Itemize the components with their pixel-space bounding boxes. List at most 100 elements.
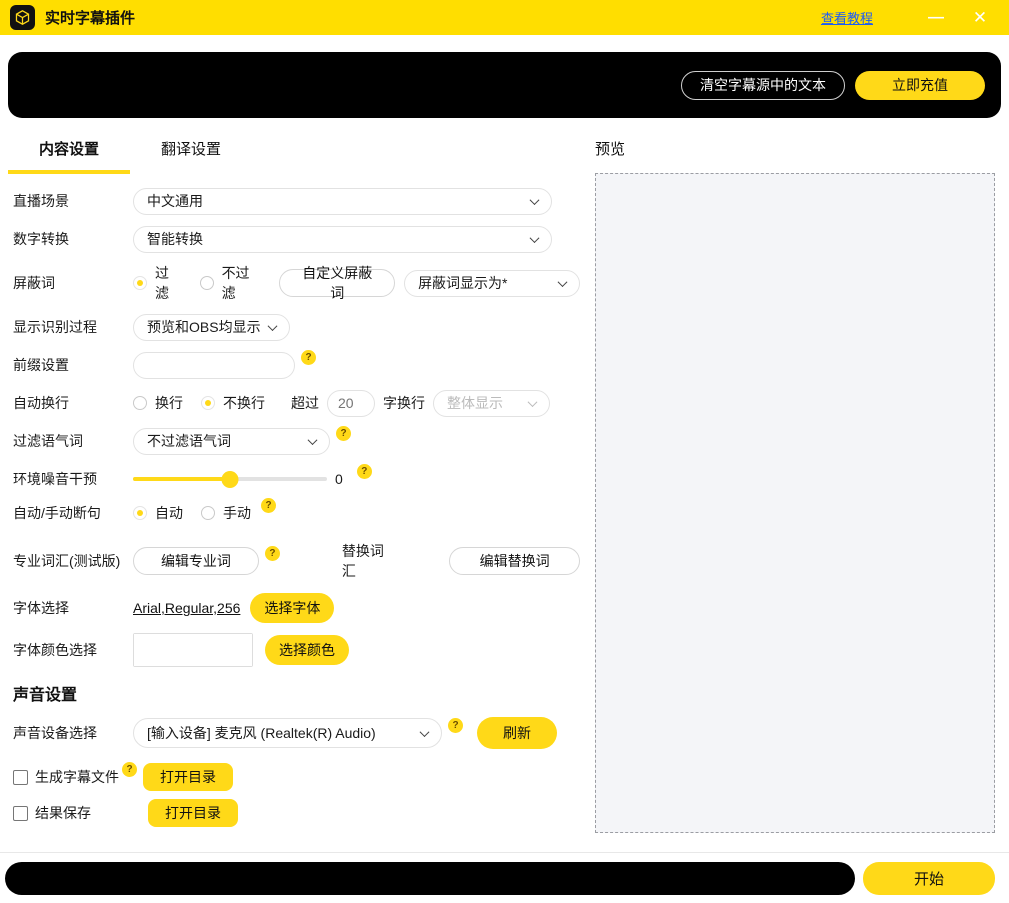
help-icon[interactable]: ? <box>261 498 276 513</box>
wrap-suffix-label: 字换行 <box>383 393 425 413</box>
noise-label: 环境噪音干预 <box>13 469 133 489</box>
current-font-link[interactable]: Arial,Regular,256 <box>133 600 240 616</box>
sound-settings-heading: 声音设置 <box>13 681 580 705</box>
recharge-button[interactable]: 立即充值 <box>855 71 985 100</box>
row-result-save: 结果保存 打开目录 <box>13 799 580 827</box>
subtitle-file-checkbox[interactable] <box>13 770 28 785</box>
row-pro-vocab: 专业词汇(测试版) 编辑专业词 ? 替换词汇 编辑替换词 <box>13 541 580 581</box>
no-wrap-radio-label[interactable]: 不换行 <box>223 393 265 413</box>
chevron-down-icon <box>558 277 568 287</box>
live-scene-select[interactable]: 中文通用 <box>133 188 552 215</box>
status-bar <box>5 862 855 895</box>
live-scene-label: 直播场景 <box>13 191 133 211</box>
help-icon[interactable]: ? <box>122 762 137 777</box>
help-icon[interactable]: ? <box>301 350 316 365</box>
preview-box <box>595 173 995 833</box>
blocked-words-nofilter-label[interactable]: 不过滤 <box>222 263 262 303</box>
chevron-down-icon <box>420 727 430 737</box>
number-convert-value: 智能转换 <box>147 229 203 249</box>
chevron-down-icon <box>268 321 278 331</box>
font-color-label: 字体颜色选择 <box>13 640 133 660</box>
close-button[interactable]: ✕ <box>965 9 995 26</box>
row-noise: 环境噪音干预 0 ? <box>13 465 580 493</box>
clear-subtitle-source-button[interactable]: 清空字幕源中的文本 <box>681 71 845 100</box>
wrap-radio-label[interactable]: 换行 <box>155 393 183 413</box>
result-save-label[interactable]: 结果保存 <box>35 803 91 823</box>
row-blocked-words: 屏蔽词 过滤 不过滤 自定义屏蔽词 屏蔽词显示为* <box>13 263 580 303</box>
sound-device-value: [输入设备] 麦克风 (Realtek(R) Audio) <box>147 723 376 743</box>
open-result-dir-button[interactable]: 打开目录 <box>148 799 238 827</box>
font-color-input[interactable] <box>134 634 252 666</box>
help-icon[interactable]: ? <box>448 718 463 733</box>
sentence-break-label: 自动/手动断句 <box>13 503 133 523</box>
font-color-input-wrap <box>133 633 253 667</box>
edit-replace-vocab-button[interactable]: 编辑替换词 <box>449 547 580 575</box>
chevron-down-icon <box>528 397 538 407</box>
row-recognition-display: 显示识别过程 预览和OBS均显示 <box>13 313 580 341</box>
settings-panel: 内容设置 翻译设置 直播场景 中文通用 数字转换 智能转换 屏蔽词 <box>8 138 580 837</box>
blocked-words-filter-radio[interactable] <box>133 276 147 290</box>
wrap-mode-select[interactable]: 整体显示 <box>433 390 550 417</box>
wrap-mode-value: 整体显示 <box>447 393 503 413</box>
blocked-words-nofilter-radio[interactable] <box>200 276 214 290</box>
refresh-device-button[interactable]: 刷新 <box>477 717 557 749</box>
tab-translate-settings[interactable]: 翻译设置 <box>130 138 252 174</box>
noise-value: 0 <box>335 471 343 487</box>
row-prefix: 前缀设置 ? <box>13 351 580 379</box>
sound-device-label: 声音设备选择 <box>13 723 133 743</box>
choose-color-button[interactable]: 选择颜色 <box>265 635 349 665</box>
blocked-words-filter-label[interactable]: 过滤 <box>155 263 182 303</box>
number-convert-select[interactable]: 智能转换 <box>133 226 552 253</box>
content-settings-form: 直播场景 中文通用 数字转换 智能转换 屏蔽词 过滤 不过滤 自定义 <box>8 187 580 827</box>
settings-tabs: 内容设置 翻译设置 <box>8 138 580 174</box>
recognition-display-select[interactable]: 预览和OBS均显示 <box>133 314 290 341</box>
filler-filter-label: 过滤语气词 <box>13 431 133 451</box>
tutorial-link[interactable]: 查看教程 <box>821 8 873 27</box>
manual-break-radio[interactable] <box>201 506 215 520</box>
filler-filter-value: 不过滤语气词 <box>147 431 231 451</box>
minimize-button[interactable]: — <box>921 10 951 26</box>
custom-blocked-words-button[interactable]: 自定义屏蔽词 <box>279 269 395 297</box>
sound-device-select[interactable]: [输入设备] 麦克风 (Realtek(R) Audio) <box>133 718 442 748</box>
blocked-words-display-select[interactable]: 屏蔽词显示为* <box>404 270 580 297</box>
edit-pro-vocab-button[interactable]: 编辑专业词 <box>133 547 259 575</box>
font-select-label: 字体选择 <box>13 598 133 618</box>
choose-font-button[interactable]: 选择字体 <box>250 593 334 623</box>
wrap-count-input[interactable] <box>338 395 364 411</box>
help-icon[interactable]: ? <box>336 426 351 441</box>
wrap-radio[interactable] <box>133 396 147 410</box>
prefix-label: 前缀设置 <box>13 355 133 375</box>
number-convert-label: 数字转换 <box>13 229 133 249</box>
recognition-display-label: 显示识别过程 <box>13 317 133 337</box>
main-area: 内容设置 翻译设置 直播场景 中文通用 数字转换 智能转换 屏蔽词 <box>0 138 1009 837</box>
row-font-color: 字体颜色选择 选择颜色 <box>13 633 580 667</box>
auto-break-label[interactable]: 自动 <box>155 503 183 523</box>
manual-break-label[interactable]: 手动 <box>223 503 251 523</box>
wrap-count-input-wrap <box>327 390 375 417</box>
preview-panel: 预览 <box>580 138 1009 837</box>
no-wrap-radio[interactable] <box>201 396 215 410</box>
noise-slider-thumb[interactable] <box>222 471 239 488</box>
result-save-checkbox[interactable] <box>13 806 28 821</box>
auto-break-radio[interactable] <box>133 506 147 520</box>
start-button[interactable]: 开始 <box>863 862 995 895</box>
help-icon[interactable]: ? <box>265 546 280 561</box>
open-subtitle-dir-button[interactable]: 打开目录 <box>143 763 233 791</box>
noise-slider-fill <box>133 477 230 481</box>
app-logo <box>10 5 35 30</box>
recognition-display-value: 预览和OBS均显示 <box>147 317 261 337</box>
footer: 开始 <box>0 852 1009 895</box>
blocked-words-label: 屏蔽词 <box>13 273 133 293</box>
row-number-convert: 数字转换 智能转换 <box>13 225 580 253</box>
noise-slider[interactable] <box>133 471 327 488</box>
chevron-down-icon <box>308 435 318 445</box>
tab-content-settings[interactable]: 内容设置 <box>8 138 130 174</box>
pro-vocab-label: 专业词汇(测试版) <box>13 551 133 571</box>
filler-filter-select[interactable]: 不过滤语气词 <box>133 428 330 455</box>
blocked-words-display-value: 屏蔽词显示为* <box>418 273 507 293</box>
prefix-input[interactable] <box>147 357 281 373</box>
subtitle-file-label[interactable]: 生成字幕文件 <box>35 767 119 787</box>
help-icon[interactable]: ? <box>357 464 372 479</box>
row-sentence-break: 自动/手动断句 自动 手动 ? <box>13 499 580 527</box>
auto-wrap-label: 自动换行 <box>13 393 133 413</box>
